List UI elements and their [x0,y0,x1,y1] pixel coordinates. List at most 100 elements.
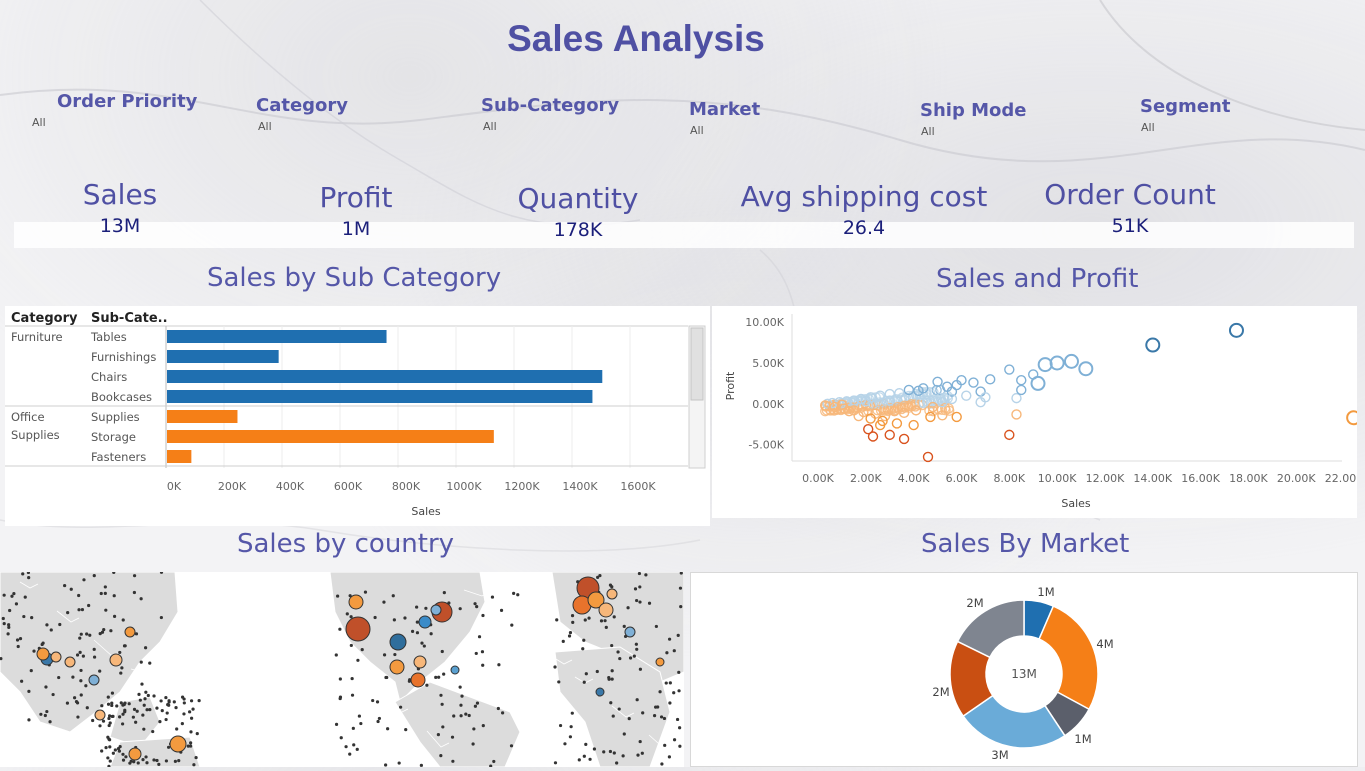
country-dot [74,699,79,704]
scatter-point [1004,429,1015,441]
filter-value[interactable]: All [690,124,760,137]
filter-value[interactable]: All [1141,121,1230,134]
filter-value[interactable]: All [483,120,619,133]
country-dot [359,721,363,726]
filter-market[interactable]: Market All [689,99,760,137]
scatter-point [1030,375,1046,391]
country-dot [352,743,356,747]
country-dot [509,744,514,748]
country-dot [659,715,664,719]
filter-sub-category[interactable]: Sub-Category All [481,95,619,133]
sales-by-country-map[interactable] [0,570,685,768]
country-dot [567,634,572,638]
country-dot [192,763,196,767]
country-dot [334,653,338,657]
country-dot [137,692,141,696]
country-dot [425,683,429,687]
country-dot [458,607,462,611]
country-dot [103,585,107,589]
country-dot [621,754,625,758]
country-dot [63,583,67,588]
country-dot [164,695,168,700]
country-dot [66,611,70,615]
scatter-point [1011,409,1022,420]
country-dot [672,738,677,742]
filter-label: Category [256,95,349,116]
filter-ship-mode[interactable]: Ship Mode All [920,100,1026,138]
country-dot [399,705,403,709]
country-dot [450,735,455,739]
country-dot [475,605,479,609]
country-dot [555,618,559,622]
country-dot [397,761,401,765]
filter-order-priority[interactable]: Order Priority All [32,91,197,129]
country-dot [27,718,31,722]
x-tick-label: 1400K [562,480,598,493]
country-dot [440,649,444,654]
country-dot [497,663,501,667]
country-border [500,618,532,631]
slice-label: 1M [1074,732,1091,746]
x-tick-label: 2.00K [850,472,882,485]
country-dot [16,644,20,649]
country-dot [571,620,575,624]
country-map-panel[interactable] [0,570,685,768]
kpi-order-count: Order Count 51K [1030,178,1230,237]
header-subcategory: Sub-Cate.. [91,311,168,326]
country-dot [496,706,500,711]
country-dot [152,758,156,762]
country-dot [636,753,640,757]
country-dot [2,593,6,597]
filter-value[interactable]: All [32,116,197,129]
country-dot [85,706,89,710]
country-bubble [606,588,618,600]
section-title-subcategory: Sales by Sub Category [207,263,502,293]
country-dot [677,689,681,693]
country-dot [473,602,477,606]
country-dot [384,675,388,680]
category-label: Furniture [11,330,63,344]
country-dot [667,755,672,759]
subcategory-label: Chairs [91,370,127,384]
x-axis-title: Sales [1061,497,1091,510]
country-dot [660,762,664,766]
country-dot [603,619,607,623]
country-dot [44,685,48,689]
country-dot [490,595,495,599]
country-dot [371,698,375,703]
filter-category[interactable]: Category All [256,95,348,133]
country-dot [348,752,352,756]
slice-label: 2M [932,685,949,699]
filter-segment[interactable]: Segment All [1140,96,1230,134]
country-dot [43,713,47,718]
slice-label: 2M [966,596,983,610]
filter-value[interactable]: All [921,125,1026,138]
country-dot [553,665,557,669]
country-dot [194,755,198,760]
country-dot [87,603,91,608]
country-dot [98,669,102,673]
x-tick-label: 20.00K [1277,472,1316,485]
country-bubble [624,626,636,638]
country-dot [467,713,471,718]
country-dot [638,739,642,744]
kpi-profit: Profit 1M [276,181,436,240]
country-dot [78,650,82,654]
country-dot [436,733,440,737]
land-shape [394,681,521,768]
country-dot [139,597,143,601]
country-dot [92,574,96,578]
country-dot [127,702,131,706]
country-dot [48,720,52,724]
section-title-scatter: Sales and Profit [936,264,1139,294]
country-dot [451,759,455,763]
filter-value[interactable]: All [258,120,348,133]
country-dot [77,593,81,598]
country-dot [458,685,462,689]
country-dot [100,749,104,753]
country-dot [638,585,642,589]
slice-label: 3M [991,748,1008,762]
donut-center-label: 13M [1011,667,1037,681]
country-border [130,668,162,676]
y-tick-label: 5.00K [752,357,784,370]
